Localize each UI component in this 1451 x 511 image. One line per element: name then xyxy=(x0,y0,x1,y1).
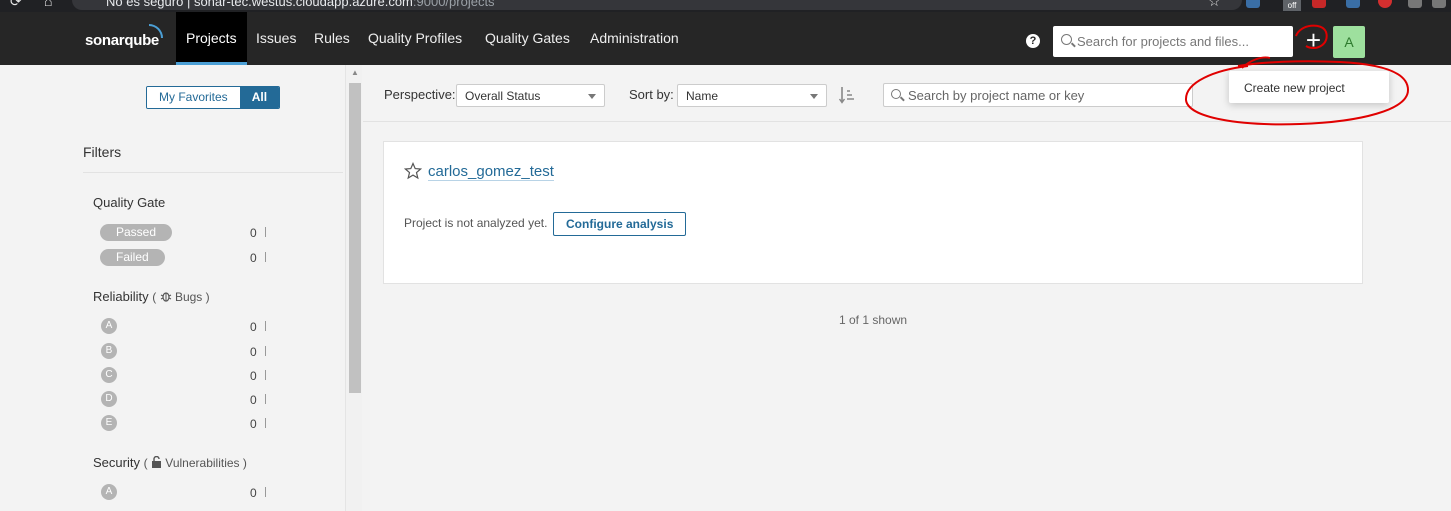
passed-count: 0 xyxy=(250,226,257,240)
count-bar xyxy=(265,370,266,380)
reload-icon[interactable]: ⟳ xyxy=(10,0,22,10)
logo-text: sonarqube xyxy=(85,32,159,49)
nav-issues[interactable]: Issues xyxy=(246,12,306,65)
favorites-toggle: My Favorites All xyxy=(146,86,281,109)
reliability-facet-title[interactable]: Reliability ( Bugs ) xyxy=(93,289,210,304)
extension-icon[interactable] xyxy=(1432,0,1446,8)
failed-count: 0 xyxy=(250,251,257,265)
project-card: carlos_gomez_test Project is not analyze… xyxy=(383,141,1363,284)
count-bar xyxy=(265,227,266,237)
rating-b[interactable]: B xyxy=(101,343,117,359)
nav-quality-gates[interactable]: Quality Gates xyxy=(475,12,580,65)
vulnerabilities-label: Vulnerabilities xyxy=(165,456,240,470)
sidebar-scrollbar[interactable]: ▲ xyxy=(345,65,362,511)
create-new-project-item[interactable]: Create new project xyxy=(1244,81,1345,95)
rating-count: 0 xyxy=(250,369,257,383)
count-bar xyxy=(265,346,266,356)
sonarqube-logo[interactable]: sonarqube xyxy=(85,24,163,49)
rating-count: 0 xyxy=(250,417,257,431)
sortby-label: Sort by: xyxy=(629,87,674,102)
all-button[interactable]: All xyxy=(239,87,280,108)
home-icon[interactable]: ⌂ xyxy=(44,0,52,9)
bugs-label: Bugs xyxy=(174,290,203,304)
extension-icon[interactable] xyxy=(1408,0,1422,8)
extension-icon[interactable] xyxy=(1246,0,1260,8)
count-bar xyxy=(265,321,266,331)
sort-direction-icon[interactable] xyxy=(839,86,855,104)
project-search-input[interactable] xyxy=(908,84,1188,106)
extension-off-badge: off xyxy=(1283,0,1301,11)
bookmark-star-icon[interactable]: ☆ xyxy=(1208,0,1221,10)
rating-e[interactable]: E xyxy=(101,415,117,431)
lock-icon xyxy=(151,456,161,468)
scrollbar-thumb[interactable] xyxy=(349,83,361,393)
url-path: :9000/projects xyxy=(412,0,495,9)
rating-a[interactable]: A xyxy=(101,318,117,334)
perspective-value: Overall Status xyxy=(465,89,541,103)
nav-administration[interactable]: Administration xyxy=(580,12,689,65)
perspective-label: Perspective: xyxy=(384,87,456,102)
rating-c[interactable]: C xyxy=(101,367,117,383)
bug-icon xyxy=(160,292,171,302)
divider xyxy=(363,121,1451,122)
filters-sidebar xyxy=(0,65,362,511)
reliability-label: Reliability xyxy=(93,289,149,304)
security-label: Security xyxy=(93,455,140,470)
my-favorites-button[interactable]: My Favorites xyxy=(147,87,240,108)
favorite-star-icon[interactable] xyxy=(404,162,422,180)
logo-wave-icon xyxy=(149,24,163,38)
create-plus-button[interactable]: + xyxy=(1298,26,1329,57)
chevron-down-icon xyxy=(810,94,818,99)
rating-a[interactable]: A xyxy=(101,484,117,500)
project-search[interactable] xyxy=(883,83,1193,107)
perspective-select[interactable]: Overall Status xyxy=(456,84,605,107)
rating-d[interactable]: D xyxy=(101,391,117,407)
filters-title: Filters xyxy=(83,144,122,160)
url-host: sonar-tec.westus.cloudapp.azure.com xyxy=(193,0,413,9)
security-label: No es seguro xyxy=(106,0,184,9)
nav-rules[interactable]: Rules xyxy=(304,12,360,65)
filter-failed[interactable]: Failed xyxy=(100,249,165,266)
user-avatar[interactable]: A xyxy=(1333,26,1365,58)
filter-passed[interactable]: Passed xyxy=(100,224,173,241)
divider xyxy=(83,172,343,173)
rating-count: 0 xyxy=(250,486,257,500)
rating-count: 0 xyxy=(250,393,257,407)
browser-toolbar: ⟳ ⌂ No es seguro | sonar-tec.westus.clou… xyxy=(0,0,1451,12)
extension-icon[interactable] xyxy=(1346,0,1360,8)
results-count: 1 of 1 shown xyxy=(839,313,908,327)
quality-gate-facet-title[interactable]: Quality Gate xyxy=(93,195,165,210)
extension-icon[interactable] xyxy=(1378,0,1392,8)
help-icon[interactable]: ? xyxy=(1026,34,1040,48)
rating-count: 0 xyxy=(250,320,257,334)
scroll-up-arrow-icon[interactable]: ▲ xyxy=(351,68,359,77)
nav-projects[interactable]: Projects xyxy=(176,12,247,65)
security-facet-title[interactable]: Security ( Vulnerabilities ) xyxy=(93,455,247,470)
nav-quality-profiles[interactable]: Quality Profiles xyxy=(358,12,472,65)
search-icon xyxy=(1061,34,1072,45)
sortby-select[interactable]: Name xyxy=(677,84,827,107)
global-search[interactable] xyxy=(1053,26,1293,57)
count-bar xyxy=(265,418,266,428)
count-bar xyxy=(265,487,266,497)
address-text[interactable]: No es seguro | sonar-tec.westus.cloudapp… xyxy=(106,0,495,9)
top-navigation: sonarqube Projects Issues Rules Quality … xyxy=(0,12,1451,65)
count-bar xyxy=(265,394,266,404)
global-search-input[interactable] xyxy=(1077,26,1287,57)
extension-icon[interactable] xyxy=(1312,0,1326,8)
project-status-text: Project is not analyzed yet. xyxy=(404,216,548,230)
create-dropdown-menu: Create new project xyxy=(1229,71,1389,103)
project-name-link[interactable]: carlos_gomez_test xyxy=(428,163,554,181)
count-bar xyxy=(265,252,266,262)
search-icon xyxy=(891,89,901,99)
sortby-value: Name xyxy=(686,89,719,103)
configure-analysis-button[interactable]: Configure analysis xyxy=(553,212,687,236)
rating-count: 0 xyxy=(250,345,257,359)
chevron-down-icon xyxy=(588,94,596,99)
